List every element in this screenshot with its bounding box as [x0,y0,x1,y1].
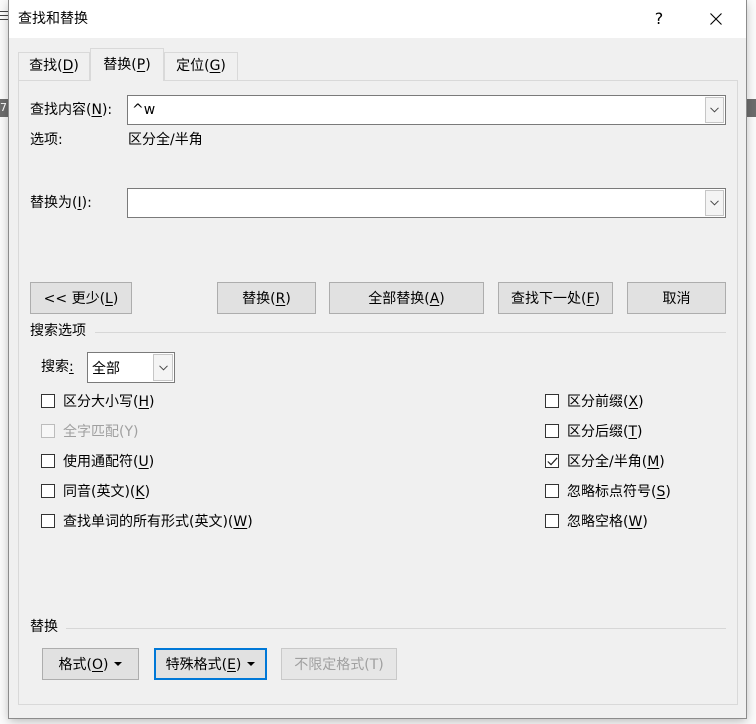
checkbox-match-prefix[interactable]: 区分前缀(X) [545,391,644,411]
replace-dropdown-button[interactable] [705,190,724,216]
chevron-down-icon [158,364,168,371]
replace-all-button[interactable]: 全部替换(A) [329,282,484,314]
find-replace-dialog: 查找和替换 ? 查找(D) 替换(P) 定位(G) 查找内容(N): ^w 选项… [9,0,746,718]
ruler-number: 7 [0,101,7,114]
checkbox-label[interactable]: 区分后缀(T) [567,421,643,441]
checkbox-label[interactable]: 查找单词的所有形式(英文)(W) [63,511,253,531]
title-bar: 查找和替换 ? [9,0,746,38]
checkbox-box[interactable] [545,454,559,468]
search-direction-value[interactable]: 全部 [92,353,120,382]
replace-button[interactable]: 替换(R) [217,282,316,314]
search-options-divider [95,332,726,333]
tab-find[interactable]: 查找(D) [18,52,90,80]
dropdown-arrow-icon [247,662,256,666]
document-menu-icon [0,11,8,20]
checkbox-box[interactable] [41,484,55,498]
less-button-label[interactable]: << 更少(L) [44,288,119,308]
replace-tab-panel: 查找内容(N): ^w 选项: 区分全/半角 替换为(I): << 更少(L) … [18,80,738,705]
no-formatting-button: 不限定格式(T) [281,648,397,680]
replace-section-heading: 替换 [30,619,58,635]
search-direction-dropdown-button[interactable] [153,354,173,381]
checkbox-match-suffix[interactable]: 区分后缀(T) [545,421,643,441]
checkbox-match-case[interactable]: 区分大小写(H) [41,391,154,411]
dialog-title: 查找和替换 [18,11,88,27]
document-ruler-right [746,99,756,117]
cancel-button[interactable]: 取消 [627,282,726,314]
checkbox-label[interactable]: 区分大小写(H) [63,391,154,411]
checkbox-label[interactable]: 区分全/半角(M) [567,451,665,471]
find-next-button[interactable]: 查找下一处(F) [498,282,613,314]
checkbox-box[interactable] [41,514,55,528]
checkbox-label[interactable]: 同音(英文)(K) [63,481,150,501]
find-input-text[interactable]: ^w [132,96,155,124]
search-direction-select[interactable]: 全部 [87,352,175,383]
options-value: 区分全/半角 [128,132,203,148]
checkbox-label[interactable]: 使用通配符(U) [63,451,154,471]
checkmark-icon [546,456,558,465]
checkbox-whole-word: 全字匹配(Y) [41,421,138,441]
search-options-heading: 搜索选项 [30,323,86,339]
replace-all-button-label[interactable]: 全部替换(A) [368,288,445,308]
tab-replace[interactable]: 替换(P) [90,48,164,81]
checkbox-label[interactable]: 区分前缀(X) [567,391,644,411]
checkbox-box[interactable] [545,424,559,438]
checkbox-all-word-forms[interactable]: 查找单词的所有形式(英文)(W) [41,511,253,531]
format-button-label[interactable]: 格式(O) [59,654,109,674]
tab-goto[interactable]: 定位(G) [164,52,238,80]
checkbox-label: 全字匹配(Y) [63,424,139,440]
checkbox-label[interactable]: 忽略标点符号(S) [567,481,671,501]
options-label: 选项: [30,132,63,148]
checkbox-box[interactable] [545,484,559,498]
document-ruler-left: 7 [0,99,9,117]
checkbox-box[interactable] [41,394,55,408]
find-input[interactable]: ^w [127,95,726,125]
replace-button-label[interactable]: 替换(R) [242,288,291,308]
no-formatting-button-label: 不限定格式(T) [294,657,384,673]
special-format-button-label[interactable]: 特殊格式(E) [166,654,242,674]
less-button[interactable]: << 更少(L) [30,282,132,314]
search-direction-label: 搜索: [41,359,74,375]
special-format-button[interactable]: 特殊格式(E) [154,648,267,680]
close-button[interactable] [693,0,739,38]
checkbox-ignore-punctuation[interactable]: 忽略标点符号(S) [545,481,671,501]
chevron-down-icon [710,200,719,206]
checkbox-label[interactable]: 忽略空格(W) [567,511,648,531]
checkbox-box [41,424,55,438]
find-label: 查找内容(N): [30,102,113,118]
cancel-button-label[interactable]: 取消 [663,288,691,308]
replace-section-divider [66,628,726,629]
checkbox-match-width[interactable]: 区分全/半角(M) [545,451,665,471]
replace-input[interactable] [127,188,726,218]
find-next-button-label[interactable]: 查找下一处(F) [511,288,600,308]
chevron-down-icon [710,107,719,113]
help-button[interactable]: ? [636,0,682,38]
close-icon [710,13,722,25]
checkbox-box[interactable] [545,514,559,528]
checkbox-sounds-like[interactable]: 同音(英文)(K) [41,481,150,501]
format-button[interactable]: 格式(O) [42,648,139,680]
checkbox-ignore-whitespace[interactable]: 忽略空格(W) [545,511,648,531]
checkbox-box[interactable] [545,394,559,408]
checkbox-box[interactable] [41,454,55,468]
dropdown-arrow-icon [114,662,123,666]
find-dropdown-button[interactable] [705,97,724,123]
checkbox-use-wildcards[interactable]: 使用通配符(U) [41,451,154,471]
replace-label: 替换为(I): [30,195,92,211]
